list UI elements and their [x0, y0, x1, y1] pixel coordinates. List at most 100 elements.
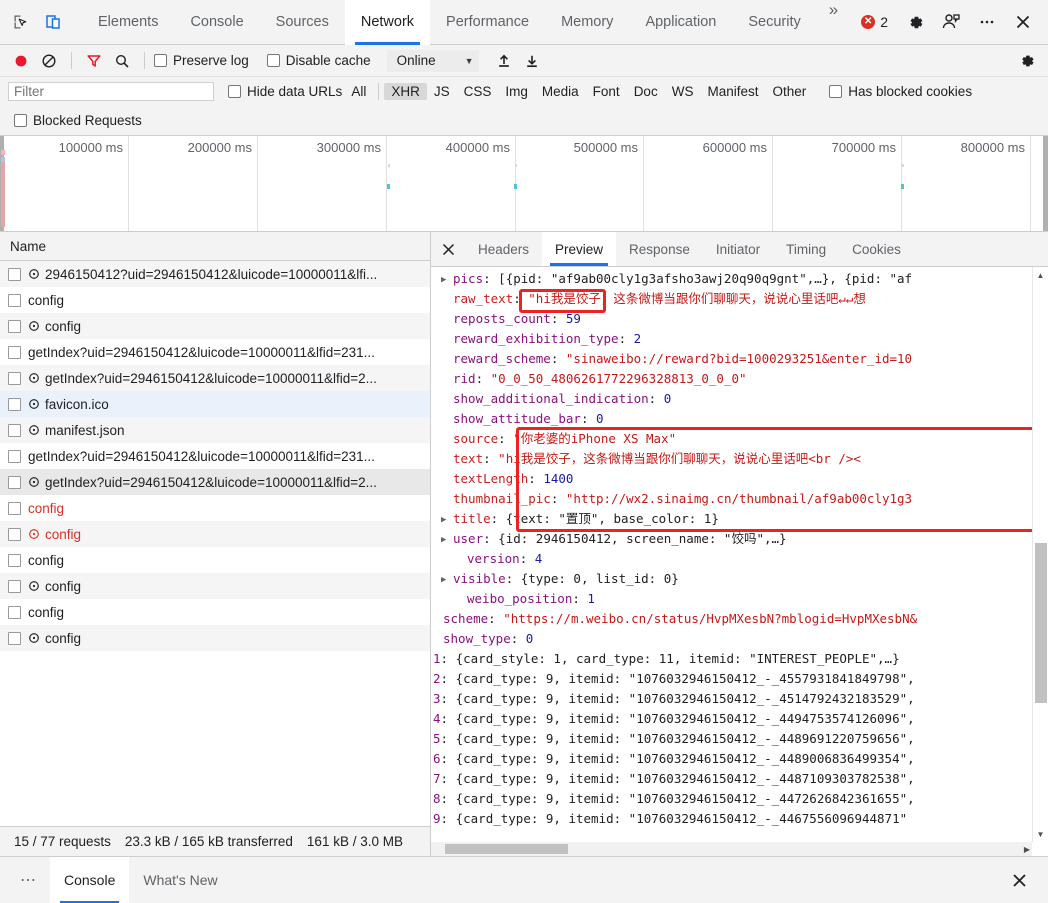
json-line[interactable]: reward_scheme: "sinaweibo://reward?bid=1… — [431, 349, 1032, 369]
scrollbar-thumb[interactable] — [1035, 543, 1047, 703]
tab-sources[interactable]: Sources — [260, 0, 345, 45]
request-row[interactable]: getIndex?uid=2946150412&luicode=10000011… — [0, 339, 430, 365]
search-icon[interactable] — [109, 48, 135, 74]
preview-panel[interactable]: ▶ pics: [{pid: "af9ab00cly1g3afsho3awj20q… — [431, 267, 1048, 856]
settings-gear-icon[interactable] — [898, 5, 932, 39]
json-line[interactable]: show_type: 0 — [431, 629, 1032, 649]
filter-type-ws[interactable]: WS — [665, 83, 701, 100]
filter-toggle-button[interactable] — [81, 48, 107, 74]
json-line[interactable]: weibo_position: 1 — [445, 589, 1032, 609]
filter-type-js[interactable]: JS — [427, 83, 457, 100]
tab-performance[interactable]: Performance — [430, 0, 545, 45]
tab-network[interactable]: Network — [344, 0, 431, 45]
blocked-requests-checkbox[interactable]: Blocked Requests — [14, 113, 142, 128]
preserve-log-checkbox[interactable]: Preserve log — [154, 53, 249, 68]
json-line[interactable]: textLength: 1400 — [431, 469, 1032, 489]
json-line[interactable]: ▶7: {card_type: 9, itemid: "107603294615… — [431, 769, 1032, 789]
json-line[interactable]: ▶3: {card_type: 9, itemid: "107603294615… — [431, 689, 1032, 709]
import-har-button[interactable] — [491, 48, 517, 74]
request-row-checkbox[interactable] — [8, 423, 21, 437]
request-row[interactable]: config — [0, 625, 430, 651]
overview-right-handle[interactable] — [1043, 136, 1048, 231]
close-detail-icon[interactable] — [431, 232, 465, 266]
json-line[interactable]: show_attitude_bar: 0 — [431, 409, 1032, 429]
tab-memory[interactable]: Memory — [545, 0, 629, 45]
request-row[interactable]: config — [0, 599, 430, 625]
expand-triangle-icon[interactable]: ▶ — [441, 270, 453, 289]
detail-tab-cookies[interactable]: Cookies — [839, 232, 914, 266]
hide-data-urls-checkbox[interactable]: Hide data URLs — [228, 84, 342, 99]
column-header-name[interactable]: Name — [0, 232, 430, 261]
json-line[interactable]: ▶ title: {text: "置顶", base_color: 1} — [431, 509, 1032, 529]
detail-tab-timing[interactable]: Timing — [773, 232, 839, 266]
request-row[interactable]: config — [0, 547, 430, 573]
detail-tab-response[interactable]: Response — [616, 232, 703, 266]
device-toolbar-icon[interactable] — [38, 7, 68, 37]
detail-tab-preview[interactable]: Preview — [542, 232, 617, 266]
request-row-checkbox[interactable] — [8, 631, 21, 645]
drawer-more-icon[interactable]: ⋯ — [8, 870, 50, 890]
account-icon[interactable] — [934, 5, 968, 39]
request-row-checkbox[interactable] — [8, 267, 21, 281]
filter-type-xhr[interactable]: XHR — [384, 83, 427, 100]
more-tabs-icon[interactable]: » — [817, 0, 850, 45]
request-row-checkbox[interactable] — [8, 501, 21, 515]
record-button[interactable] — [8, 48, 34, 74]
json-line[interactable]: thumbnail_pic: "http://wx2.sinaimg.cn/th… — [431, 489, 1032, 509]
has-blocked-cookies-checkbox[interactable]: Has blocked cookies — [829, 84, 972, 99]
more-options-icon[interactable] — [970, 5, 1004, 39]
request-row-checkbox[interactable] — [8, 397, 21, 411]
filter-type-font[interactable]: Font — [586, 83, 627, 100]
scroll-down-icon[interactable]: ▼ — [1033, 826, 1048, 842]
filter-type-manifest[interactable]: Manifest — [700, 83, 765, 100]
detail-tab-headers[interactable]: Headers — [465, 232, 542, 266]
json-line[interactable]: scheme: "https://m.weibo.cn/status/HvpMX… — [431, 609, 1032, 629]
close-drawer-icon[interactable] — [1002, 863, 1036, 897]
json-line[interactable]: ▶5: {card_type: 9, itemid: "107603294615… — [431, 729, 1032, 749]
inspect-element-icon[interactable] — [6, 7, 36, 37]
preview-vertical-scrollbar[interactable]: ▲ ▼ — [1032, 267, 1048, 842]
request-row[interactable]: manifest.json — [0, 417, 430, 443]
request-row[interactable]: getIndex?uid=2946150412&luicode=10000011… — [0, 443, 430, 469]
network-overview[interactable]: 100000 ms 200000 ms 300000 ms 400000 ms … — [0, 136, 1048, 232]
drawer-tab-whats-new[interactable]: What's New — [129, 857, 231, 903]
request-row-checkbox[interactable] — [8, 527, 21, 541]
request-row-checkbox[interactable] — [8, 319, 21, 333]
network-settings-gear-icon[interactable] — [1014, 48, 1040, 74]
filter-type-other[interactable]: Other — [765, 83, 813, 100]
request-row[interactable]: config — [0, 495, 430, 521]
json-line[interactable]: source: "你老婆的iPhone XS Max" — [431, 429, 1032, 449]
json-line[interactable]: ▶4: {card_type: 9, itemid: "107603294615… — [431, 709, 1032, 729]
request-row-checkbox[interactable] — [8, 553, 21, 567]
json-line[interactable]: ▶9: {card_type: 9, itemid: "107603294615… — [431, 809, 1032, 829]
json-line[interactable]: rid: "0_0_50_4806261772296328813_0_0_0" — [431, 369, 1032, 389]
json-line[interactable]: ▶ user: {id: 2946150412, screen_name: "饺吗… — [431, 529, 1032, 549]
request-row-checkbox[interactable] — [8, 293, 21, 307]
throttling-select[interactable]: Online ▼ — [386, 49, 479, 72]
disable-cache-checkbox[interactable]: Disable cache — [266, 53, 371, 68]
preview-horizontal-scrollbar[interactable]: ▶ — [431, 842, 1032, 856]
json-line[interactable]: ▶2: {card_type: 9, itemid: "107603294615… — [431, 669, 1032, 689]
scroll-up-icon[interactable]: ▲ — [1033, 267, 1048, 283]
filter-type-css[interactable]: CSS — [457, 83, 499, 100]
clear-button[interactable] — [36, 48, 62, 74]
scroll-right-icon[interactable]: ▶ — [1024, 842, 1030, 856]
request-row-checkbox[interactable] — [8, 345, 21, 359]
request-row[interactable]: config — [0, 573, 430, 599]
json-line[interactable]: ▶6: {card_type: 9, itemid: "107603294615… — [431, 749, 1032, 769]
scrollbar-thumb[interactable] — [445, 844, 568, 854]
request-row[interactable]: favicon.ico — [0, 391, 430, 417]
filter-type-media[interactable]: Media — [535, 83, 586, 100]
json-line[interactable]: version: 4 — [445, 549, 1032, 569]
request-row-checkbox[interactable] — [8, 449, 21, 463]
json-line[interactable]: raw_text: "hi我是饺子，这条微博当跟你们聊聊天，说说心里话吧↵↵想 — [431, 289, 1032, 309]
filter-type-all[interactable]: All — [344, 83, 373, 100]
expand-triangle-icon[interactable]: ▶ — [441, 530, 453, 549]
expand-triangle-icon[interactable]: ▶ — [441, 510, 453, 529]
request-row[interactable]: config — [0, 313, 430, 339]
drawer-tab-console[interactable]: Console — [50, 856, 130, 903]
json-line[interactable]: ▶ pics: [{pid: "af9ab00cly1g3afsho3awj20q… — [431, 269, 1032, 289]
detail-tab-initiator[interactable]: Initiator — [703, 232, 773, 266]
request-row[interactable]: 2946150412?uid=2946150412&luicode=100000… — [0, 261, 430, 287]
filter-input[interactable] — [8, 82, 214, 101]
